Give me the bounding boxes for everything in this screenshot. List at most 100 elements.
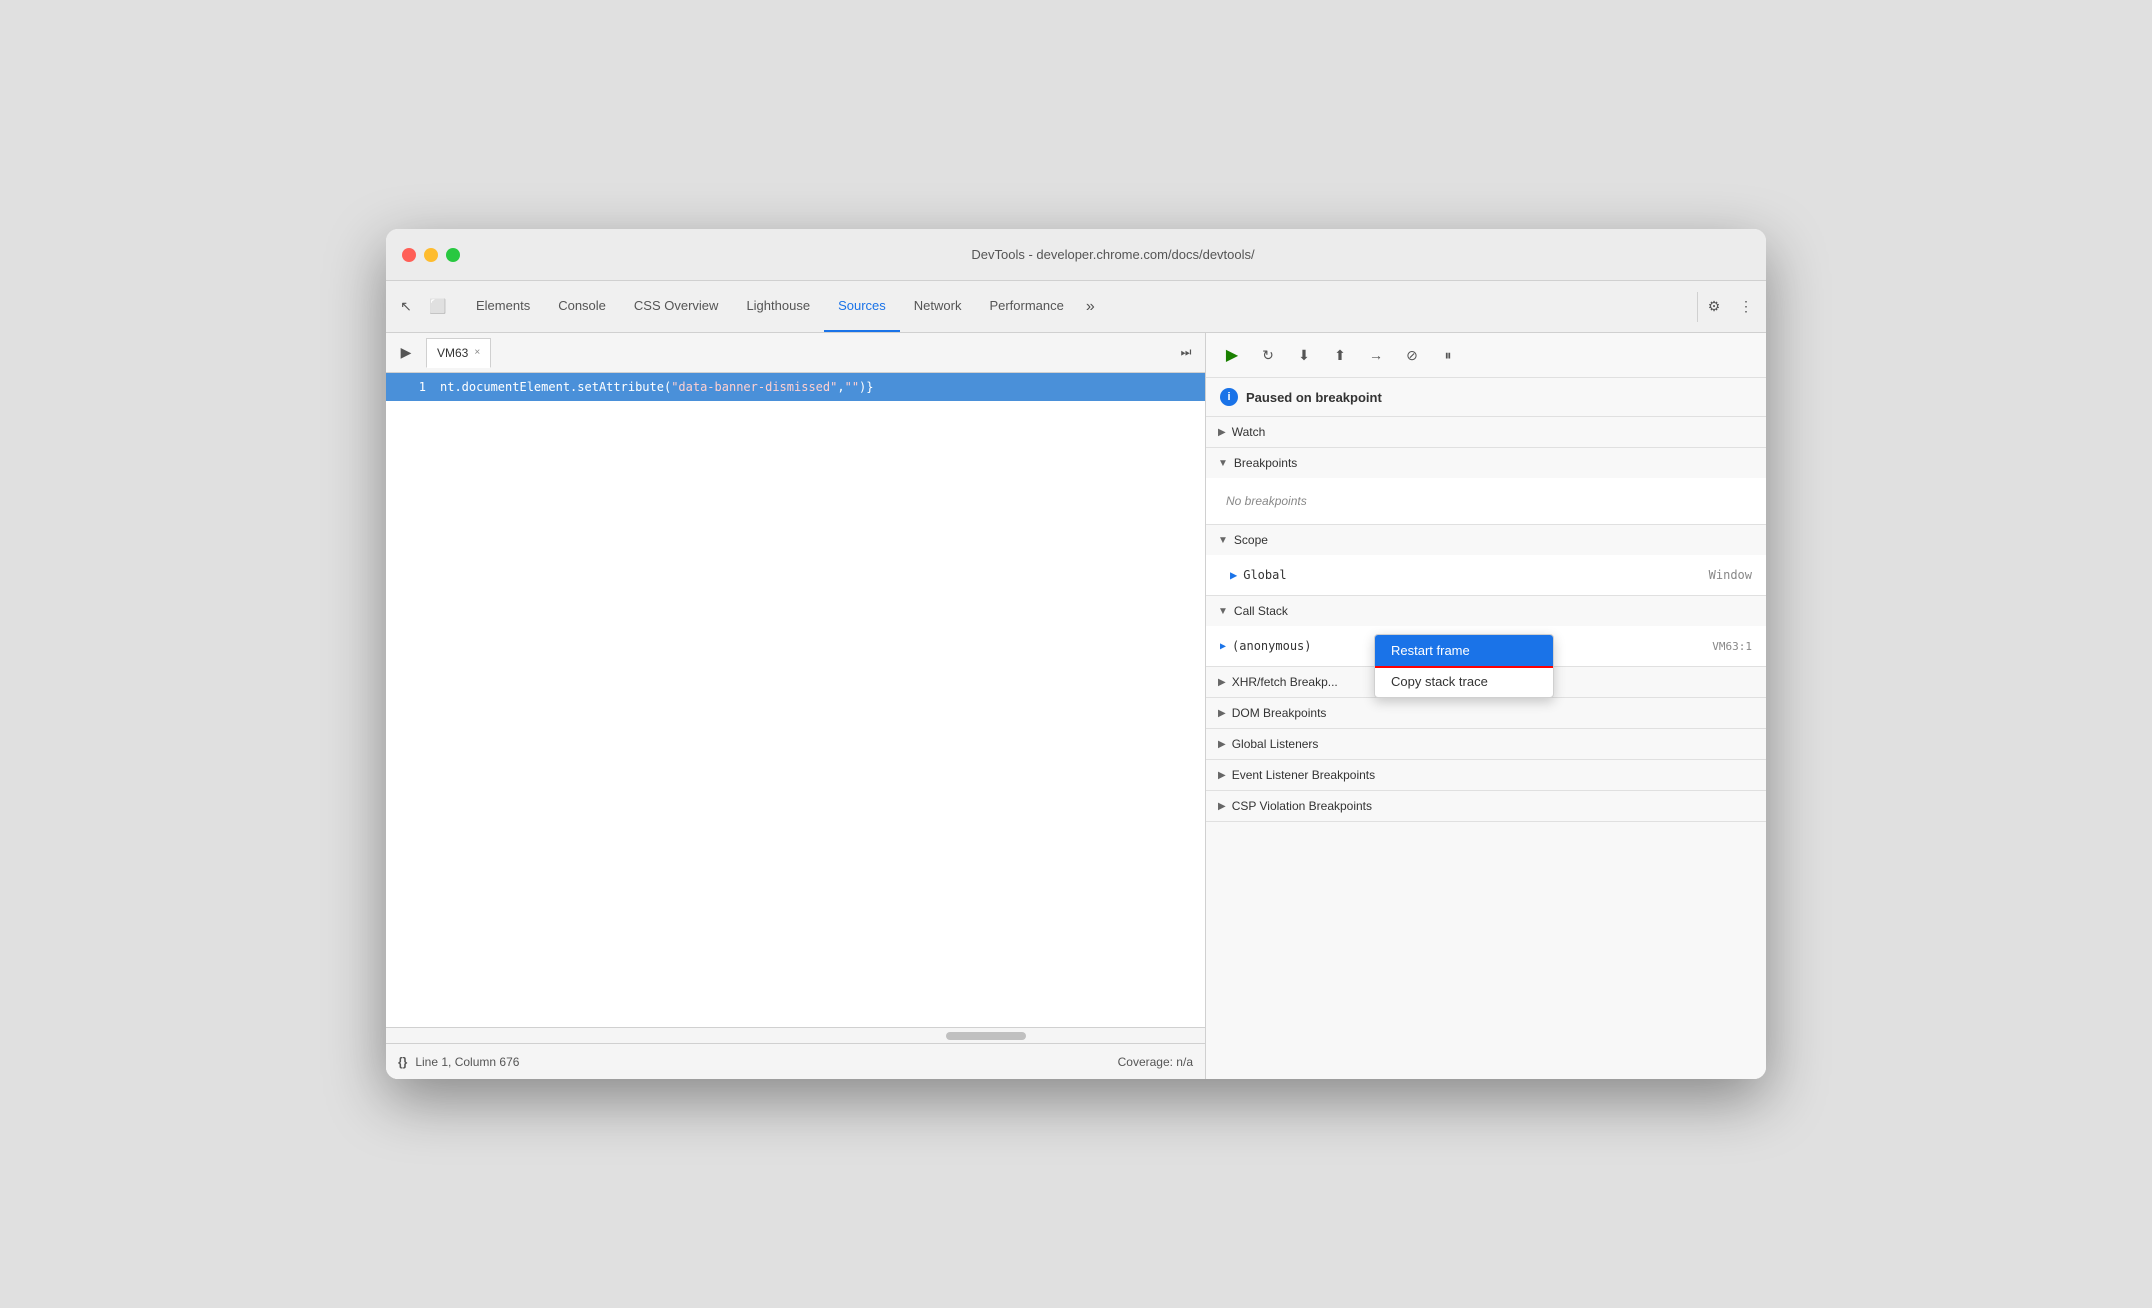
call-stack-label: Call Stack — [1234, 604, 1288, 618]
call-stack-arrow-icon: ▼ — [1218, 606, 1228, 617]
scope-label: Scope — [1234, 533, 1268, 547]
no-breakpoints-text: No breakpoints — [1206, 486, 1766, 516]
dom-section: ▶ DOM Breakpoints — [1206, 698, 1766, 729]
event-listener-section: ▶ Event Listener Breakpoints — [1206, 760, 1766, 791]
horizontal-scrollbar[interactable] — [386, 1027, 1205, 1043]
status-left: {} Line 1, Column 676 — [398, 1055, 519, 1069]
tab-performance[interactable]: Performance — [975, 281, 1077, 332]
call-stack-content: ▶ (anonymous) VM63:1 Restart frame Copy … — [1206, 626, 1766, 666]
breakpoints-content: No breakpoints — [1206, 478, 1766, 524]
tabbar-right: ⚙ ⋮ — [1702, 295, 1758, 319]
cursor-icon[interactable]: ↖ — [394, 295, 418, 319]
dom-section-header[interactable]: ▶ DOM Breakpoints — [1206, 698, 1766, 728]
resume-button[interactable]: ▶ — [1218, 341, 1246, 369]
file-tab-name: VM63 — [437, 346, 468, 360]
file-tab-vm63[interactable]: VM63 × — [426, 338, 491, 368]
titlebar: DevTools - developer.chrome.com/docs/dev… — [386, 229, 1766, 281]
restart-frame-menu-item[interactable]: Restart frame — [1375, 635, 1553, 666]
minimize-button[interactable] — [424, 248, 438, 262]
coverage-status: Coverage: n/a — [1118, 1055, 1193, 1069]
tabbar-icons: ↖ ⬜ — [394, 295, 450, 319]
debugger-panel: ▶ ↻ ⬇ ⬆ → ⊘ ⏸ i Paused on breakpoint ▶ — [1206, 333, 1766, 1079]
cursor-position: Line 1, Column 676 — [415, 1055, 519, 1069]
breakpoints-arrow-icon: ▼ — [1218, 458, 1228, 469]
step-into-button[interactable]: ⬇ — [1290, 341, 1318, 369]
watch-section: ▶ Watch — [1206, 417, 1766, 448]
scope-arrow-icon: ▼ — [1218, 535, 1228, 546]
scope-content: ▶ Global Window — [1206, 555, 1766, 595]
tab-network[interactable]: Network — [900, 281, 976, 332]
debug-toolbar: ▶ ↻ ⬇ ⬆ → ⊘ ⏸ — [1206, 333, 1766, 378]
global-listeners-section: ▶ Global Listeners — [1206, 729, 1766, 760]
tab-lighthouse[interactable]: Lighthouse — [732, 281, 824, 332]
pause-button[interactable]: ⏸ — [1434, 341, 1462, 369]
tab-sources[interactable]: Sources — [824, 281, 900, 332]
play-pause-icon[interactable]: ▶ — [394, 341, 418, 365]
csp-section-header[interactable]: ▶ CSP Violation Breakpoints — [1206, 791, 1766, 821]
main-content: ▶ VM63 × ⏭ 1 nt.documentE — [386, 333, 1766, 1079]
event-listener-section-header[interactable]: ▶ Event Listener Breakpoints — [1206, 760, 1766, 790]
tab-css-overview[interactable]: CSS Overview — [620, 281, 733, 332]
paused-text: Paused on breakpoint — [1246, 390, 1382, 405]
deactivate-button[interactable]: ⊘ — [1398, 341, 1426, 369]
divider — [1697, 292, 1698, 322]
global-label: Global — [1243, 568, 1286, 582]
call-stack-item-file: VM63:1 — [1712, 640, 1752, 653]
csp-label: CSP Violation Breakpoints — [1232, 799, 1372, 813]
traffic-lights — [402, 248, 460, 262]
global-item[interactable]: ▶ Global Window — [1206, 563, 1766, 587]
context-menu: Restart frame Copy stack trace — [1374, 634, 1554, 698]
call-stack-section-header[interactable]: ▼ Call Stack — [1206, 596, 1766, 626]
line-number: 1 — [386, 373, 436, 401]
copy-stack-trace-menu-item[interactable]: Copy stack trace — [1375, 666, 1553, 697]
more-options-icon[interactable]: ⋮ — [1734, 295, 1758, 319]
media-controls-icon[interactable]: ⏭ — [1175, 342, 1197, 364]
maximize-button[interactable] — [446, 248, 460, 262]
file-tabbar: ▶ VM63 × ⏭ — [386, 333, 1205, 373]
step-over-button[interactable]: ↻ — [1254, 341, 1282, 369]
global-listeners-label: Global Listeners — [1232, 737, 1319, 751]
csp-section: ▶ CSP Violation Breakpoints — [1206, 791, 1766, 822]
window-title: DevTools - developer.chrome.com/docs/dev… — [476, 247, 1750, 262]
xhr-label: XHR/fetch Breakp... — [1232, 675, 1338, 689]
file-tab-icons: ▶ — [394, 341, 418, 365]
device-icon[interactable]: ⬜ — [426, 295, 450, 319]
call-stack-section: ▼ Call Stack ▶ (anonymous) VM63:1 Restar… — [1206, 596, 1766, 667]
watch-section-header[interactable]: ▶ Watch — [1206, 417, 1766, 447]
call-stack-item-anonymous[interactable]: ▶ (anonymous) VM63:1 Restart frame Copy … — [1206, 634, 1766, 658]
tabbar: ↖ ⬜ Elements Console CSS Overview Lighth… — [386, 281, 1766, 333]
event-listener-arrow-icon: ▶ — [1218, 770, 1226, 781]
status-bar: {} Line 1, Column 676 Coverage: n/a — [386, 1043, 1205, 1079]
devtools: ↖ ⬜ Elements Console CSS Overview Lighth… — [386, 281, 1766, 1079]
step-button[interactable]: → — [1362, 341, 1390, 369]
tab-console[interactable]: Console — [544, 281, 620, 332]
csp-arrow-icon: ▶ — [1218, 801, 1226, 812]
breakpoints-label: Breakpoints — [1234, 456, 1297, 470]
format-button[interactable]: {} — [398, 1055, 407, 1069]
more-tabs-button[interactable]: » — [1078, 298, 1103, 316]
tabs: Elements Console CSS Overview Lighthouse… — [462, 281, 1693, 332]
tab-elements[interactable]: Elements — [462, 281, 544, 332]
code-line-1: 1 nt.documentElement.setAttribute("data-… — [386, 373, 1205, 401]
global-listeners-arrow-icon: ▶ — [1218, 739, 1226, 750]
scope-section-header[interactable]: ▼ Scope — [1206, 525, 1766, 555]
call-stack-item-arrow-icon: ▶ — [1220, 641, 1226, 652]
paused-banner: i Paused on breakpoint — [1206, 378, 1766, 417]
watch-label: Watch — [1232, 425, 1266, 439]
xhr-arrow-icon: ▶ — [1218, 677, 1226, 688]
scroll-thumb[interactable] — [946, 1032, 1026, 1040]
scope-section: ▼ Scope ▶ Global Window — [1206, 525, 1766, 596]
file-tab-close[interactable]: × — [474, 347, 480, 358]
breakpoints-section-header[interactable]: ▼ Breakpoints — [1206, 448, 1766, 478]
settings-icon[interactable]: ⚙ — [1702, 295, 1726, 319]
step-out-button[interactable]: ⬆ — [1326, 341, 1354, 369]
close-button[interactable] — [402, 248, 416, 262]
code-editor[interactable]: 1 nt.documentElement.setAttribute("data-… — [386, 373, 1205, 1027]
breakpoints-section: ▼ Breakpoints No breakpoints — [1206, 448, 1766, 525]
sources-panel: ▶ VM63 × ⏭ 1 nt.documentE — [386, 333, 1206, 1079]
code-text: nt.documentElement.setAttribute("data-ba… — [436, 373, 874, 401]
devtools-window: DevTools - developer.chrome.com/docs/dev… — [386, 229, 1766, 1079]
global-arrow-icon: ▶ — [1230, 568, 1237, 582]
event-listener-label: Event Listener Breakpoints — [1232, 768, 1375, 782]
global-listeners-section-header[interactable]: ▶ Global Listeners — [1206, 729, 1766, 759]
